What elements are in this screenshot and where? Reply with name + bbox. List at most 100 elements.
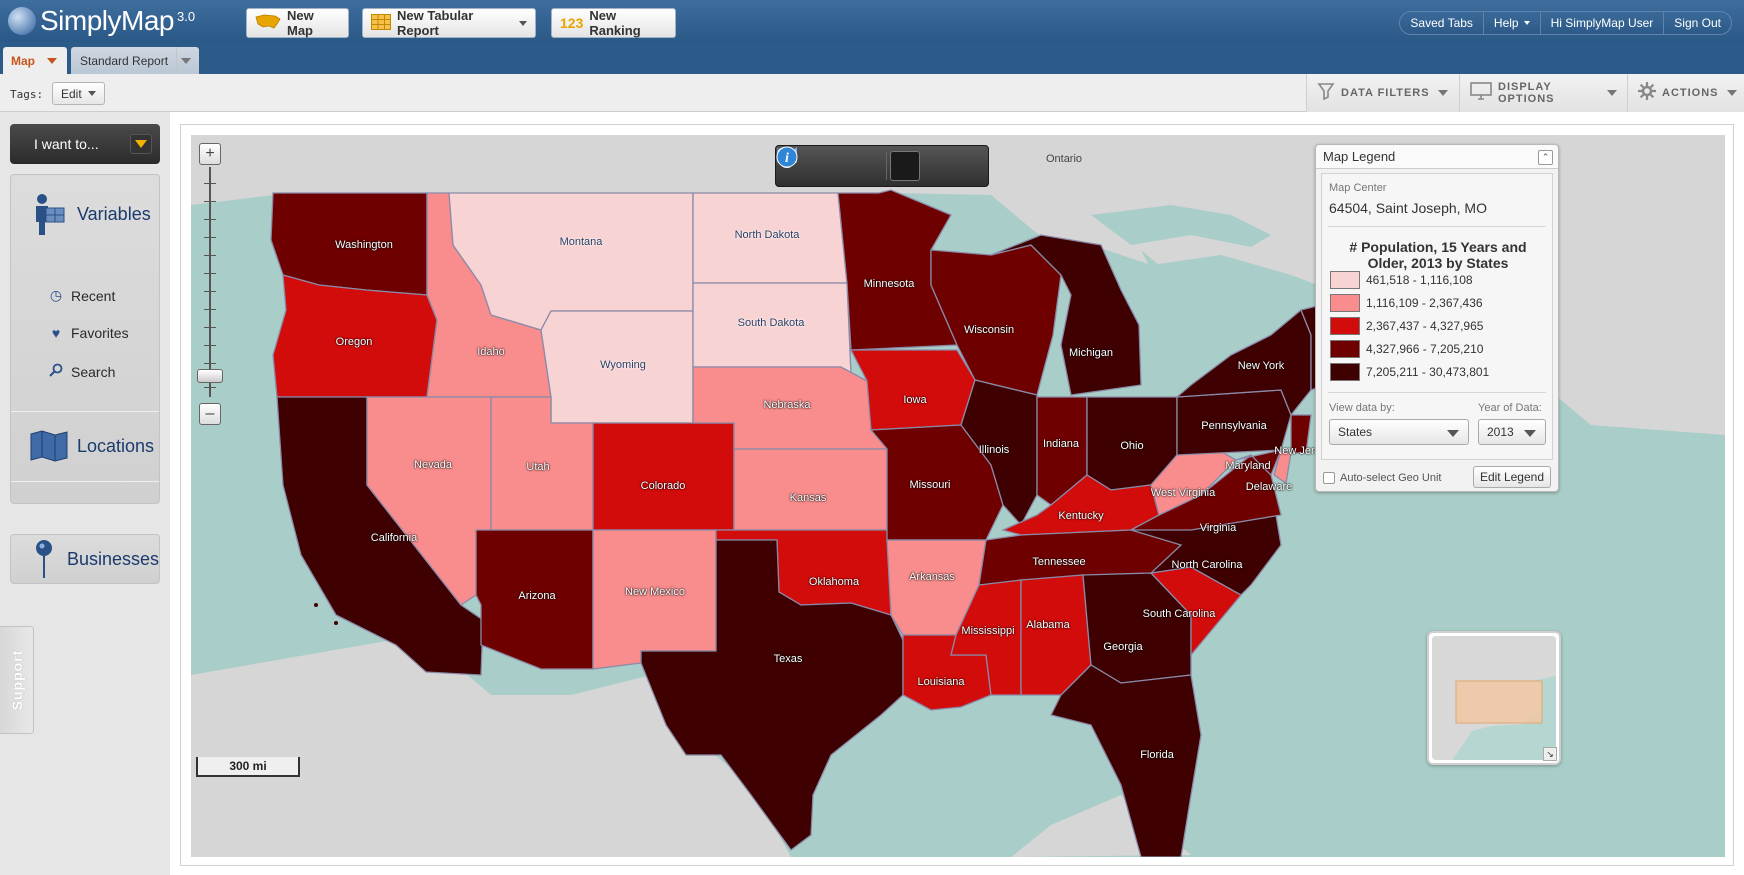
zoom-slider-handle[interactable] — [197, 369, 223, 383]
ranking-123-icon: 123 — [560, 15, 584, 31]
map-panel: Washington Oregon California Idaho Nevada Mon… — [180, 124, 1734, 866]
globe-extent-icon[interactable] — [777, 147, 879, 181]
state-label: Indiana — [1042, 438, 1080, 450]
legend-swatch — [1330, 294, 1360, 312]
state-south-dakota[interactable] — [692, 282, 852, 377]
variables-label: Variables — [77, 203, 151, 224]
tab-standard-report[interactable]: Standard Report — [71, 47, 199, 74]
sidebar-item-businesses[interactable]: Businesses — [10, 534, 160, 584]
state-label: Oregon — [335, 336, 373, 348]
expand-arrow-icon[interactable]: ↘ — [1543, 747, 1557, 761]
data-filters-button[interactable]: DATA FILTERS — [1306, 74, 1459, 112]
chevron-down-icon — [1726, 90, 1737, 96]
state-iowa[interactable] — [849, 349, 976, 431]
filter-icon — [1317, 82, 1335, 105]
sidebar: I want to... Variables ◷ Recent ♥ Favori… — [0, 112, 170, 875]
state-label: Maryland — [1225, 460, 1271, 472]
actions-button[interactable]: ACTIONS — [1627, 74, 1744, 112]
i-want-to-menu[interactable]: I want to... — [10, 124, 160, 164]
search-icon — [47, 363, 65, 380]
support-label: Support — [8, 649, 25, 711]
view-data-by-label: View data by: — [1329, 402, 1395, 414]
scale-bar: 300 mi — [196, 757, 300, 777]
legend-swatch — [1330, 363, 1360, 381]
edit-legend-button[interactable]: Edit Legend — [1472, 466, 1551, 488]
clock-icon: ◷ — [49, 287, 63, 303]
svg-text:i: i — [785, 151, 789, 166]
tab-bar: Map Standard Report — [0, 42, 1744, 74]
zoom-magnifier-icon[interactable] — [777, 147, 953, 181]
chevron-down-icon[interactable] — [176, 47, 194, 74]
state-label: Wisconsin — [963, 324, 1015, 336]
year-of-data-select[interactable]: 2013 — [1478, 419, 1546, 445]
actions-label: ACTIONS — [1662, 87, 1719, 99]
divider — [1328, 392, 1546, 393]
sidebar-item-variables[interactable]: Variables — [11, 189, 159, 239]
zoom-tick — [204, 327, 216, 328]
search-label: Search — [71, 363, 116, 380]
chevron-down-icon[interactable] — [130, 134, 152, 154]
ontario-label: Ontario — [1045, 153, 1083, 165]
overview-minimap[interactable]: ↘ — [1427, 631, 1561, 765]
sidebar-item-recent[interactable]: ◷ Recent — [47, 287, 115, 304]
map-tools: i — [775, 145, 989, 187]
state-new-mexico[interactable] — [592, 529, 717, 670]
chevron-down-icon[interactable] — [43, 47, 61, 74]
tab-map[interactable]: Map — [3, 47, 67, 74]
edit-tags-button[interactable]: Edit — [52, 82, 105, 105]
locations-label: Locations — [77, 435, 155, 456]
sidebar-item-search[interactable]: Search — [47, 363, 115, 380]
chevron-down-icon — [1607, 90, 1617, 96]
folded-map-icon — [29, 424, 69, 468]
zoom-in-button[interactable]: + — [199, 143, 221, 165]
zoom-out-button[interactable]: – — [199, 403, 221, 425]
user-nav: Saved Tabs Help Hi SimplyMap User Sign O… — [1399, 11, 1732, 35]
view-data-by-select[interactable]: States — [1329, 419, 1469, 445]
minimap-view[interactable] — [1432, 636, 1556, 760]
state-label: Georgia — [1103, 641, 1143, 653]
state-label: Michigan — [1068, 347, 1114, 359]
legend-range-row: 461,518 - 1,116,108 — [1330, 270, 1473, 290]
auto-select-checkbox[interactable] — [1323, 472, 1335, 484]
collapse-icon[interactable]: ⌃ — [1538, 150, 1553, 165]
new-map-button[interactable]: New Map — [246, 8, 349, 38]
state-label: Utah — [526, 461, 550, 473]
legend-range-label: 7,205,211 - 30,473,801 — [1366, 365, 1490, 379]
app-logo[interactable]: SimplyMap 3.0 — [8, 5, 195, 37]
state-label: Nebraska — [763, 399, 811, 411]
state-label: Arizona — [518, 590, 556, 602]
state-label: Arkansas — [909, 571, 955, 583]
display-options-button[interactable]: DISPLAY OPTIONS — [1459, 74, 1627, 112]
table-grid-icon — [371, 13, 391, 33]
state-label: North Carolina — [1171, 559, 1243, 571]
legend-title: Map Legend — [1323, 149, 1396, 164]
app-name: SimplyMap — [40, 5, 174, 36]
pan-hand-icon[interactable] — [776, 148, 921, 181]
sidebar-item-favorites[interactable]: ♥ Favorites — [47, 325, 129, 341]
new-tabular-report-button[interactable]: New Tabular Report — [362, 8, 536, 38]
map-canvas[interactable]: Washington Oregon California Idaho Nevada Mon… — [191, 135, 1725, 857]
state-colorado[interactable] — [592, 422, 735, 531]
user-greeting[interactable]: Hi SimplyMap User — [1539, 12, 1664, 34]
display-options-label: DISPLAY OPTIONS — [1498, 81, 1555, 105]
support-tab[interactable]: Support — [0, 626, 34, 734]
island-marker — [334, 621, 338, 625]
info-icon[interactable]: i — [776, 146, 986, 181]
tags-label: Tags: — [10, 88, 44, 101]
state-label: Florida — [1140, 749, 1174, 761]
legend-swatch — [1330, 317, 1360, 335]
sidebar-item-locations[interactable]: Locations — [11, 421, 159, 471]
zoom-control[interactable]: + – — [197, 143, 223, 428]
sign-out-link[interactable]: Sign Out — [1663, 12, 1731, 34]
state-kansas[interactable] — [733, 448, 888, 531]
auto-select-geo-unit[interactable]: Auto-select Geo Unit — [1323, 472, 1442, 484]
legend-range-row: 2,367,437 - 4,327,965 — [1330, 316, 1483, 336]
forward-icon[interactable] — [777, 147, 847, 181]
state-label: Missouri — [909, 479, 951, 491]
lake-huron — [1231, 265, 1281, 335]
help-menu[interactable]: Help — [1482, 12, 1540, 34]
saved-tabs-link[interactable]: Saved Tabs — [1400, 12, 1483, 34]
state-label: Washington — [335, 239, 393, 251]
new-ranking-button[interactable]: 123 New Ranking — [551, 8, 676, 38]
state-label: Oklahoma — [808, 576, 860, 588]
